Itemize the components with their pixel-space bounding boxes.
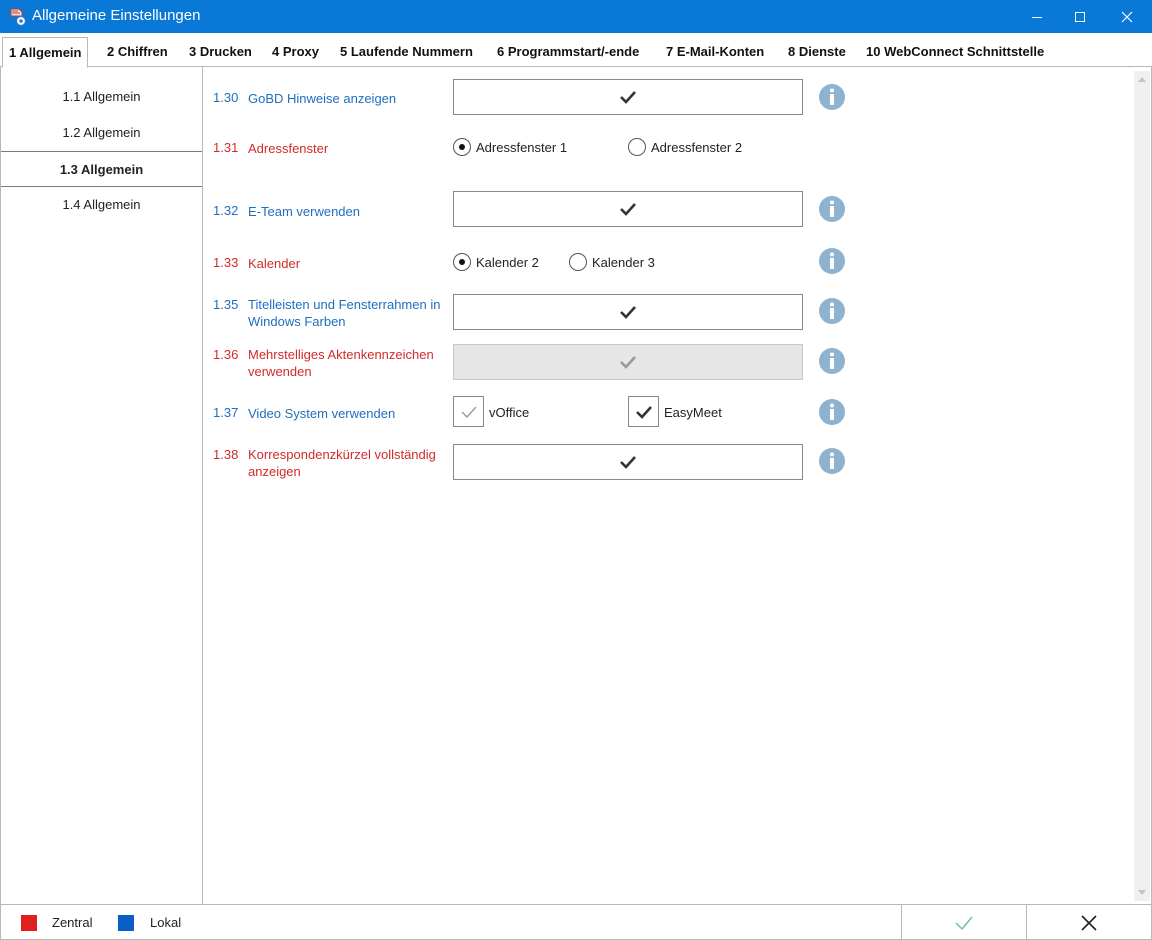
main-tabs: 1 Allgemein 2 Chiffren 3 Drucken 4 Proxy… [0, 37, 1152, 68]
settings-frame: 1.1 Allgemein 1.2 Allgemein 1.3 Allgemei… [0, 67, 1152, 905]
radio-label: Kalender 2 [476, 254, 539, 270]
info-icon[interactable] [819, 248, 845, 274]
korrespondenzkuerzel-checkbox[interactable] [453, 444, 803, 480]
tab-proxy[interactable]: 4 Proxy [266, 37, 325, 67]
tab-allgemein[interactable]: 1 Allgemein [2, 37, 89, 68]
app-settings-icon [10, 8, 27, 27]
radio-selected-icon [453, 253, 471, 271]
checkmark-icon [620, 356, 636, 369]
setting-number: 1.38 [213, 447, 239, 462]
setting-number: 1.35 [213, 297, 239, 312]
legend-lokal-swatch [118, 915, 134, 931]
tab-laufende-nummern[interactable]: 5 Laufende Nummern [334, 37, 479, 67]
setting-label-adressfenster: Adressfenster [248, 141, 329, 156]
ok-button[interactable] [901, 905, 1026, 940]
tab-webconnect-schnittstelle[interactable]: 10 WebConnect Schnittstelle [860, 37, 1050, 67]
maximize-button[interactable] [1057, 0, 1103, 33]
radio-label: Adressfenster 2 [651, 139, 743, 155]
info-icon[interactable] [819, 448, 845, 474]
radio-unselected-icon [628, 138, 646, 156]
scroll-up-icon[interactable] [1138, 77, 1146, 82]
legend-zentral-swatch [21, 915, 37, 931]
checkmark-icon [620, 91, 636, 104]
setting-number: 1.37 [213, 405, 239, 420]
setting-label-kalender: Kalender [248, 256, 301, 271]
easymeet-checkbox[interactable] [628, 396, 659, 427]
voffice-label: vOffice [489, 405, 530, 420]
info-icon[interactable] [819, 399, 845, 425]
checkmark-icon [620, 456, 636, 469]
setting-number: 1.31 [213, 140, 239, 155]
minimize-icon [1032, 16, 1042, 18]
window-title: Allgemeine Einstellungen [32, 7, 201, 24]
close-icon [1081, 914, 1097, 931]
setting-label-aktenkennzeichen: Mehrstelliges Aktenkennzeichen verwenden [248, 347, 434, 379]
cancel-button[interactable] [1026, 905, 1151, 940]
tab-programmstart-ende[interactable]: 6 Programmstart/-ende [491, 37, 645, 67]
eteam-checkbox[interactable] [453, 191, 803, 227]
sidebar-item-1-1[interactable]: 1.1 Allgemein [1, 79, 202, 115]
tab-email-konten[interactable]: 7 E-Mail-Konten [660, 37, 770, 67]
info-icon[interactable] [819, 196, 845, 222]
legend-lokal-label: Lokal [150, 915, 182, 930]
sidebar-item-1-2[interactable]: 1.2 Allgemein [1, 115, 202, 151]
setting-number: 1.33 [213, 255, 239, 270]
close-window-button[interactable] [1104, 0, 1150, 33]
info-icon[interactable] [819, 84, 845, 110]
sidebar-item-1-3[interactable]: 1.3 Allgemein [1, 151, 202, 187]
checkmark-icon [461, 406, 477, 418]
scroll-down-icon[interactable] [1138, 890, 1146, 895]
radio-adressfenster-2[interactable]: Adressfenster 2 [628, 138, 742, 156]
radio-label: Kalender 3 [592, 254, 655, 270]
legend-zentral-label: Zentral [52, 915, 93, 930]
setting-label-video-system: Video System verwenden [248, 406, 396, 421]
checkmark-icon [620, 306, 636, 319]
radio-adressfenster-1[interactable]: Adressfenster 1 [453, 138, 567, 156]
info-icon[interactable] [819, 348, 845, 374]
tab-dienste[interactable]: 8 Dienste [782, 37, 852, 67]
footer-bar: Zentral Lokal [0, 904, 1152, 940]
setting-label-korrespondenzkuerzel: Korrespondenzkürzel vollständig anzeigen [248, 447, 436, 479]
sidebar: 1.1 Allgemein 1.2 Allgemein 1.3 Allgemei… [1, 67, 203, 905]
setting-number: 1.30 [213, 90, 239, 105]
radio-unselected-icon [569, 253, 587, 271]
checkmark-icon [620, 203, 636, 216]
setting-label-titelleisten: Titelleisten und Fensterrahmen in Window… [248, 297, 441, 329]
close-icon [1121, 11, 1133, 22]
aktenkennzeichen-checkbox[interactable] [453, 344, 803, 380]
radio-kalender-3[interactable]: Kalender 3 [569, 253, 655, 271]
radio-selected-icon [453, 138, 471, 156]
tab-chiffren[interactable]: 2 Chiffren [101, 37, 174, 67]
setting-number: 1.36 [213, 347, 239, 362]
setting-label-gobd: GoBD Hinweise anzeigen [248, 91, 397, 106]
gobd-checkbox[interactable] [453, 79, 803, 115]
tab-drucken[interactable]: 3 Drucken [183, 37, 258, 67]
setting-number: 1.32 [213, 203, 239, 218]
setting-label-eteam: E-Team verwenden [248, 204, 360, 219]
voffice-checkbox[interactable] [453, 396, 484, 427]
minimize-button[interactable] [1014, 0, 1060, 33]
settings-content: 1.30 GoBD Hinweise anzeigen 1.31 Adressf… [203, 67, 1133, 905]
title-bar: Allgemeine Einstellungen [0, 0, 1152, 33]
radio-label: Adressfenster 1 [476, 139, 568, 155]
maximize-icon [1075, 11, 1085, 22]
checkmark-icon [955, 916, 973, 930]
info-icon[interactable] [819, 298, 845, 324]
radio-kalender-2[interactable]: Kalender 2 [453, 253, 539, 271]
easymeet-label: EasyMeet [664, 405, 722, 420]
titelleisten-checkbox[interactable] [453, 294, 803, 330]
sidebar-item-1-4[interactable]: 1.4 Allgemein [1, 187, 202, 223]
checkmark-icon [635, 405, 652, 419]
vertical-scrollbar[interactable] [1134, 71, 1150, 901]
